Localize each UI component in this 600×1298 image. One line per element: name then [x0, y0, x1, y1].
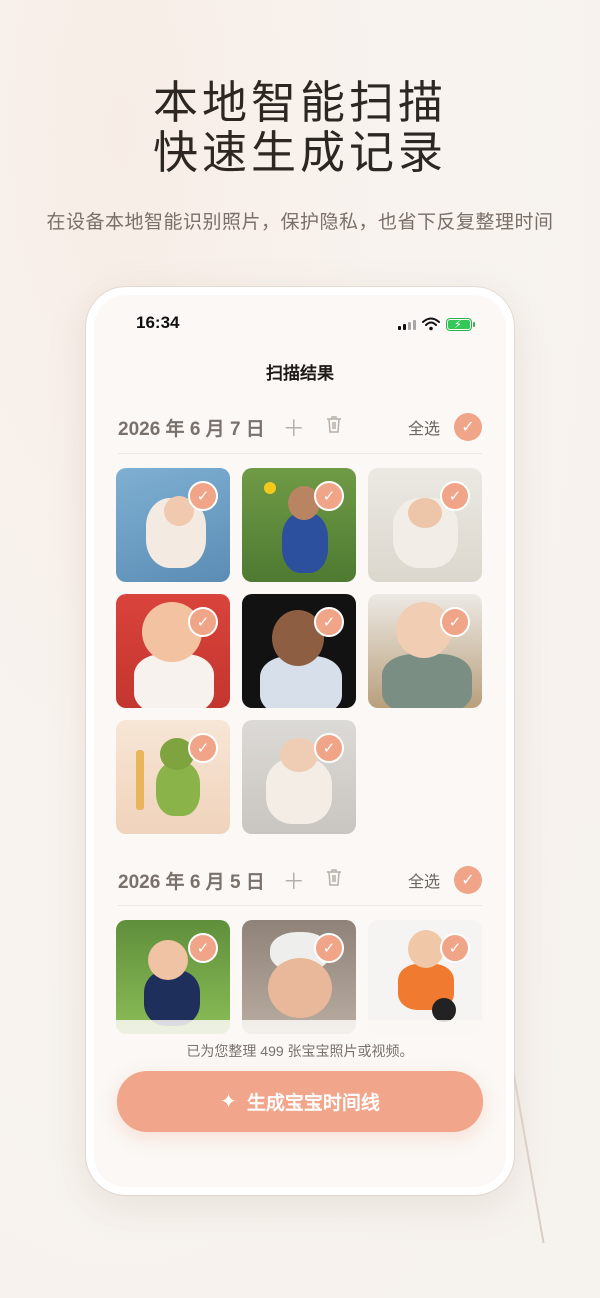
selected-check-icon[interactable]: ✓ — [440, 933, 470, 963]
photo-item[interactable]: ✓ — [368, 468, 482, 582]
nav-title: 扫描结果 — [266, 364, 334, 383]
photo-grid-june-5: ✓ ✓ ✓ — [116, 920, 486, 1034]
photo-grid-june-7: ✓ ✓ ✓ ✓ ✓ ✓ ✓ ✓ — [116, 468, 486, 834]
phone-mockup: 16:34 ⚡ 扫描结果 2026 年 6 月 7 日 ＋ 全选 ✓ ✓ ✓ ✓… — [86, 287, 514, 1195]
selected-check-icon[interactable]: ✓ — [314, 607, 344, 637]
photo-item[interactable]: ✓ — [116, 594, 230, 708]
selected-check-icon[interactable]: ✓ — [188, 933, 218, 963]
select-all-check-icon[interactable]: ✓ — [454, 866, 482, 894]
photo-item[interactable]: ✓ — [116, 920, 230, 1034]
trash-icon[interactable] — [323, 867, 345, 893]
selected-check-icon[interactable]: ✓ — [314, 933, 344, 963]
select-all-label[interactable]: 全选 — [408, 868, 440, 892]
selected-check-icon[interactable]: ✓ — [314, 481, 344, 511]
battery-charging-icon: ⚡ — [446, 317, 475, 331]
hero-title: 本地智能扫描 快速生成记录 — [0, 78, 600, 178]
signal-icon — [398, 318, 416, 330]
section-divider — [118, 905, 482, 906]
select-all-label[interactable]: 全选 — [408, 415, 440, 439]
section-date: 2026 年 6 月 5 日 — [118, 871, 265, 893]
photo-item[interactable]: ✓ — [242, 720, 356, 834]
photo-item[interactable]: ✓ — [242, 594, 356, 708]
app-screen: 16:34 ⚡ 扫描结果 2026 年 6 月 7 日 ＋ 全选 ✓ ✓ ✓ ✓… — [94, 295, 506, 1187]
photo-item[interactable]: ✓ — [368, 920, 482, 1034]
selected-check-icon[interactable]: ✓ — [188, 481, 218, 511]
section-divider — [118, 453, 482, 454]
photo-item[interactable]: ✓ — [242, 468, 356, 582]
status-time: 16:34 — [136, 313, 180, 332]
selected-check-icon[interactable]: ✓ — [188, 733, 218, 763]
photo-item[interactable]: ✓ — [116, 468, 230, 582]
section-header-june-7: 2026 年 6 月 7 日 ＋ 全选 ✓ — [118, 407, 482, 447]
photo-item[interactable]: ✓ — [368, 594, 482, 708]
selected-check-icon[interactable]: ✓ — [440, 607, 470, 637]
generate-timeline-label: 生成宝宝时间线 — [246, 1093, 380, 1114]
sparkle-icon: ✦ — [220, 1091, 237, 1113]
section-date: 2026 年 6 月 7 日 — [118, 418, 265, 440]
selected-check-icon[interactable]: ✓ — [440, 481, 470, 511]
hero-title-line-1: 本地智能扫描 — [152, 77, 447, 128]
section-header-june-5: 2026 年 6 月 5 日 ＋ 全选 ✓ — [118, 860, 482, 900]
photo-item[interactable]: ✓ — [242, 920, 356, 1034]
photo-item[interactable]: ✓ — [116, 720, 230, 834]
plus-icon[interactable]: ＋ — [283, 411, 305, 443]
summary-text: 已为您整理 499 张宝宝照片或视频。 — [186, 1043, 414, 1059]
plus-icon[interactable]: ＋ — [283, 864, 305, 896]
selected-check-icon[interactable]: ✓ — [188, 607, 218, 637]
status-icons: ⚡ — [398, 317, 475, 331]
selected-check-icon[interactable]: ✓ — [314, 733, 344, 763]
hero-title-line-2: 快速生成记录 — [152, 127, 447, 178]
wifi-icon — [422, 317, 440, 331]
trash-icon[interactable] — [323, 414, 345, 440]
hero-subtitle: 在设备本地智能识别照片，保护隐私，也省下反复整理时间 — [46, 212, 554, 233]
select-all-check-icon[interactable]: ✓ — [454, 413, 482, 441]
generate-timeline-button[interactable]: ✦ 生成宝宝时间线 — [117, 1071, 483, 1132]
